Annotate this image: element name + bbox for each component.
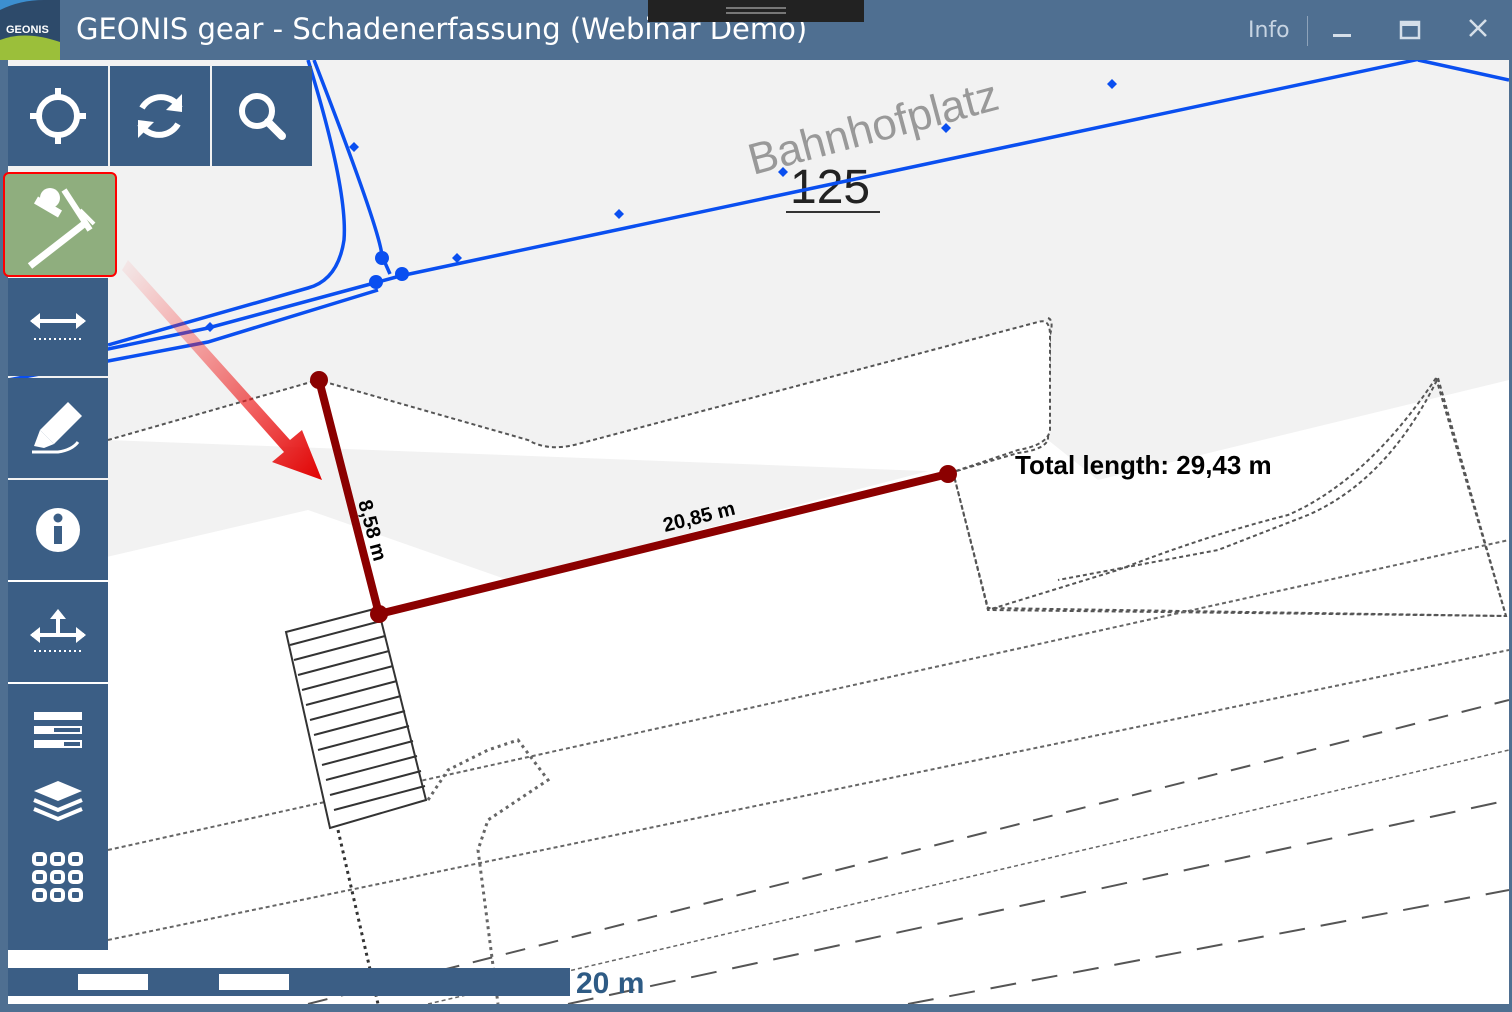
map-view[interactable]: Bahnhofplatz 125 8,58 m 20,85 m Total le… (8, 60, 1509, 1004)
locate-icon (30, 88, 86, 144)
scale-segment (219, 974, 289, 990)
measure-vertex (370, 605, 388, 623)
apps-grid-icon (32, 852, 83, 902)
info-tool-button[interactable] (8, 480, 108, 580)
drag-handle[interactable] (648, 0, 864, 22)
locate-button[interactable] (8, 66, 108, 166)
stairs-hatch (284, 606, 428, 830)
toolbar-lower-group (8, 684, 108, 950)
refresh-button[interactable] (110, 66, 210, 166)
measure-height-button[interactable] (8, 582, 108, 682)
measure-vertex (939, 465, 957, 483)
close-icon (1469, 19, 1487, 37)
apps-grid-button[interactable] (32, 852, 84, 909)
info-button[interactable]: Info (1248, 18, 1290, 43)
search-icon (239, 93, 286, 140)
titlebar-divider (1307, 16, 1308, 46)
measure-distance-button[interactable] (8, 278, 108, 376)
measure-height-icon (30, 609, 86, 652)
minimize-button[interactable] (1324, 14, 1360, 46)
measure-tool-icon (27, 187, 96, 269)
refresh-icon (137, 94, 183, 138)
maximize-icon (1399, 20, 1421, 40)
total-length-label: Total length: 29,43 m (1015, 450, 1272, 480)
scale-segment (78, 974, 148, 990)
title-bar: GEONIS GEONIS gear - Schadenerfassung (W… (0, 0, 1512, 60)
highlighter-icon (32, 402, 82, 454)
logo-text: GEONIS (6, 24, 49, 36)
scale-bar (8, 968, 570, 996)
info-icon (36, 508, 80, 552)
measure-vertex (310, 371, 328, 389)
minimize-icon (1333, 34, 1351, 37)
parcel-number-label: 125 (790, 161, 870, 214)
map-canvas[interactable]: Bahnhofplatz 125 8,58 m 20,85 m Total le… (8, 60, 1509, 1004)
maximize-button[interactable] (1392, 14, 1428, 46)
scale-label: 20 m (576, 967, 645, 1000)
measure-distance-icon (30, 313, 86, 340)
geonis-logo: GEONIS (0, 0, 60, 60)
legend-button[interactable] (32, 710, 84, 755)
highlighter-button[interactable] (8, 378, 108, 478)
close-button[interactable] (1460, 14, 1496, 46)
measure-tool-button[interactable] (3, 172, 117, 277)
layers-button[interactable] (32, 779, 84, 828)
legend-icon (34, 712, 82, 748)
search-button[interactable] (212, 66, 312, 166)
layers-icon (33, 781, 83, 822)
